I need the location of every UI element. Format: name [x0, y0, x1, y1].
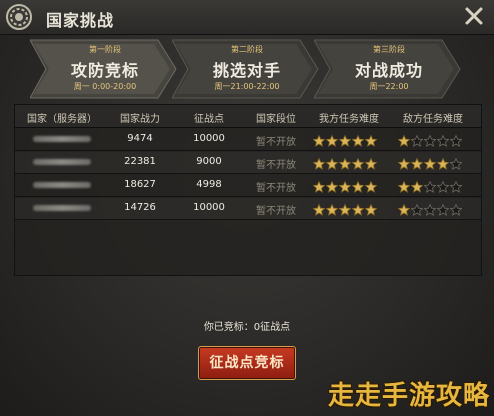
star-icon — [411, 181, 423, 193]
bid-status: 你已竞标：0征战点 — [203, 322, 291, 333]
header-points: 征战点 — [194, 114, 224, 125]
star-icon — [424, 181, 436, 193]
enemy-difficulty-stars — [398, 155, 463, 170]
cell-points: 10000 — [193, 202, 225, 213]
star-icon — [398, 181, 410, 193]
stage-1-phase: 第一阶段 — [89, 45, 121, 54]
star-icon — [450, 135, 462, 147]
star-icon — [424, 158, 436, 170]
star-icon — [365, 158, 377, 170]
our-difficulty-stars — [313, 178, 378, 193]
stage-2-name: 挑选对手 — [212, 61, 281, 80]
star-icon — [437, 204, 449, 216]
header-power: 国家战力 — [120, 114, 160, 125]
star-icon — [398, 158, 410, 170]
star-icon — [313, 204, 325, 216]
star-icon — [437, 181, 449, 193]
cell-points: 4998 — [196, 179, 222, 190]
star-icon — [411, 158, 423, 170]
star-icon — [365, 181, 377, 193]
country-name-blurred — [33, 136, 91, 142]
star-icon — [352, 204, 364, 216]
title-bar: 国家挑战 — [0, 0, 494, 35]
cell-points: 10000 — [193, 133, 225, 144]
page-title: 国家挑战 — [46, 11, 115, 30]
header-enemy-difficulty: 敌方任务难度 — [403, 114, 463, 125]
star-icon — [450, 158, 462, 170]
cell-rank: 暂不开放 — [256, 183, 296, 194]
star-icon — [450, 204, 462, 216]
star-icon — [411, 135, 423, 147]
country-name-blurred — [33, 182, 91, 188]
star-icon — [339, 158, 351, 170]
enemy-difficulty-stars — [398, 201, 463, 216]
star-icon — [398, 204, 410, 216]
enemy-difficulty-stars — [398, 178, 463, 193]
star-icon — [365, 204, 377, 216]
star-icon — [326, 204, 338, 216]
star-icon — [424, 135, 436, 147]
cell-points: 9000 — [196, 156, 222, 167]
stage-3-time: 周一22:00 — [369, 82, 409, 91]
star-icon — [326, 135, 338, 147]
stage-2-time: 周一21:00-22:00 — [214, 82, 280, 91]
star-icon — [313, 135, 325, 147]
country-table: 国家（服务器） 国家战力 征战点 国家段位 我方任务难度 敌方任务难度 9474… — [14, 104, 482, 276]
cell-power: 9474 — [127, 133, 153, 144]
star-icon — [339, 181, 351, 193]
stage-1-time: 周一 0:00-20:00 — [73, 82, 137, 91]
star-icon — [352, 181, 364, 193]
star-icon — [326, 181, 338, 193]
bid-button[interactable]: 征战点竞标 — [198, 346, 296, 380]
stage-1: 第一阶段 攻防竞标 周一 0:00-20:00 — [30, 38, 180, 100]
star-icon — [365, 135, 377, 147]
star-icon — [437, 158, 449, 170]
table-row[interactable]: 9474 10000 暂不开放 — [15, 129, 481, 151]
star-icon — [450, 181, 462, 193]
table-row[interactable]: 18627 4998 暂不开放 — [15, 175, 481, 197]
cell-power: 18627 — [124, 179, 156, 190]
star-icon — [313, 158, 325, 170]
challenge-panel: 国家挑战 第一阶段 攻防竞标 周一 0:00-20:00 第二阶段 挑选对手 周… — [0, 0, 494, 416]
cell-power: 14726 — [124, 202, 156, 213]
star-icon — [339, 135, 351, 147]
star-icon — [352, 158, 364, 170]
close-icon[interactable] — [462, 4, 486, 28]
star-icon — [326, 158, 338, 170]
stage-2: 第二阶段 挑选对手 周一21:00-22:00 — [172, 38, 322, 100]
our-difficulty-stars — [313, 155, 378, 170]
cell-rank: 暂不开放 — [256, 206, 296, 217]
star-icon — [398, 135, 410, 147]
star-icon — [352, 135, 364, 147]
stage-2-phase: 第二阶段 — [231, 45, 263, 54]
our-difficulty-stars — [313, 132, 378, 147]
our-difficulty-stars — [313, 201, 378, 216]
cell-rank: 暂不开放 — [256, 137, 296, 148]
table-row[interactable]: 14726 10000 暂不开放 — [15, 198, 481, 220]
star-icon — [411, 204, 423, 216]
stage-3-name: 对战成功 — [354, 61, 423, 80]
star-icon — [313, 181, 325, 193]
stage-3-phase: 第三阶段 — [373, 45, 405, 54]
watermark-logo: 走走手游攻略 — [327, 381, 490, 411]
header-rank: 国家段位 — [256, 114, 296, 125]
cell-power: 22381 — [124, 156, 156, 167]
country-name-blurred — [33, 159, 91, 165]
gear-icon — [6, 4, 32, 30]
header-country: 国家（服务器） — [27, 114, 97, 125]
stage-1-name: 攻防竞标 — [70, 61, 139, 80]
table-header: 国家（服务器） 国家战力 征战点 国家段位 我方任务难度 敌方任务难度 — [15, 105, 481, 128]
header-our-difficulty: 我方任务难度 — [319, 114, 379, 125]
country-name-blurred — [33, 205, 91, 211]
enemy-difficulty-stars — [398, 132, 463, 147]
star-icon — [437, 135, 449, 147]
star-icon — [339, 204, 351, 216]
table-row[interactable]: 22381 9000 暂不开放 — [15, 152, 481, 174]
star-icon — [424, 204, 436, 216]
cell-rank: 暂不开放 — [256, 160, 296, 171]
stage-progress: 第一阶段 攻防竞标 周一 0:00-20:00 第二阶段 挑选对手 周一21:0… — [30, 38, 470, 100]
stage-3: 第三阶段 对战成功 周一22:00 — [314, 38, 464, 100]
